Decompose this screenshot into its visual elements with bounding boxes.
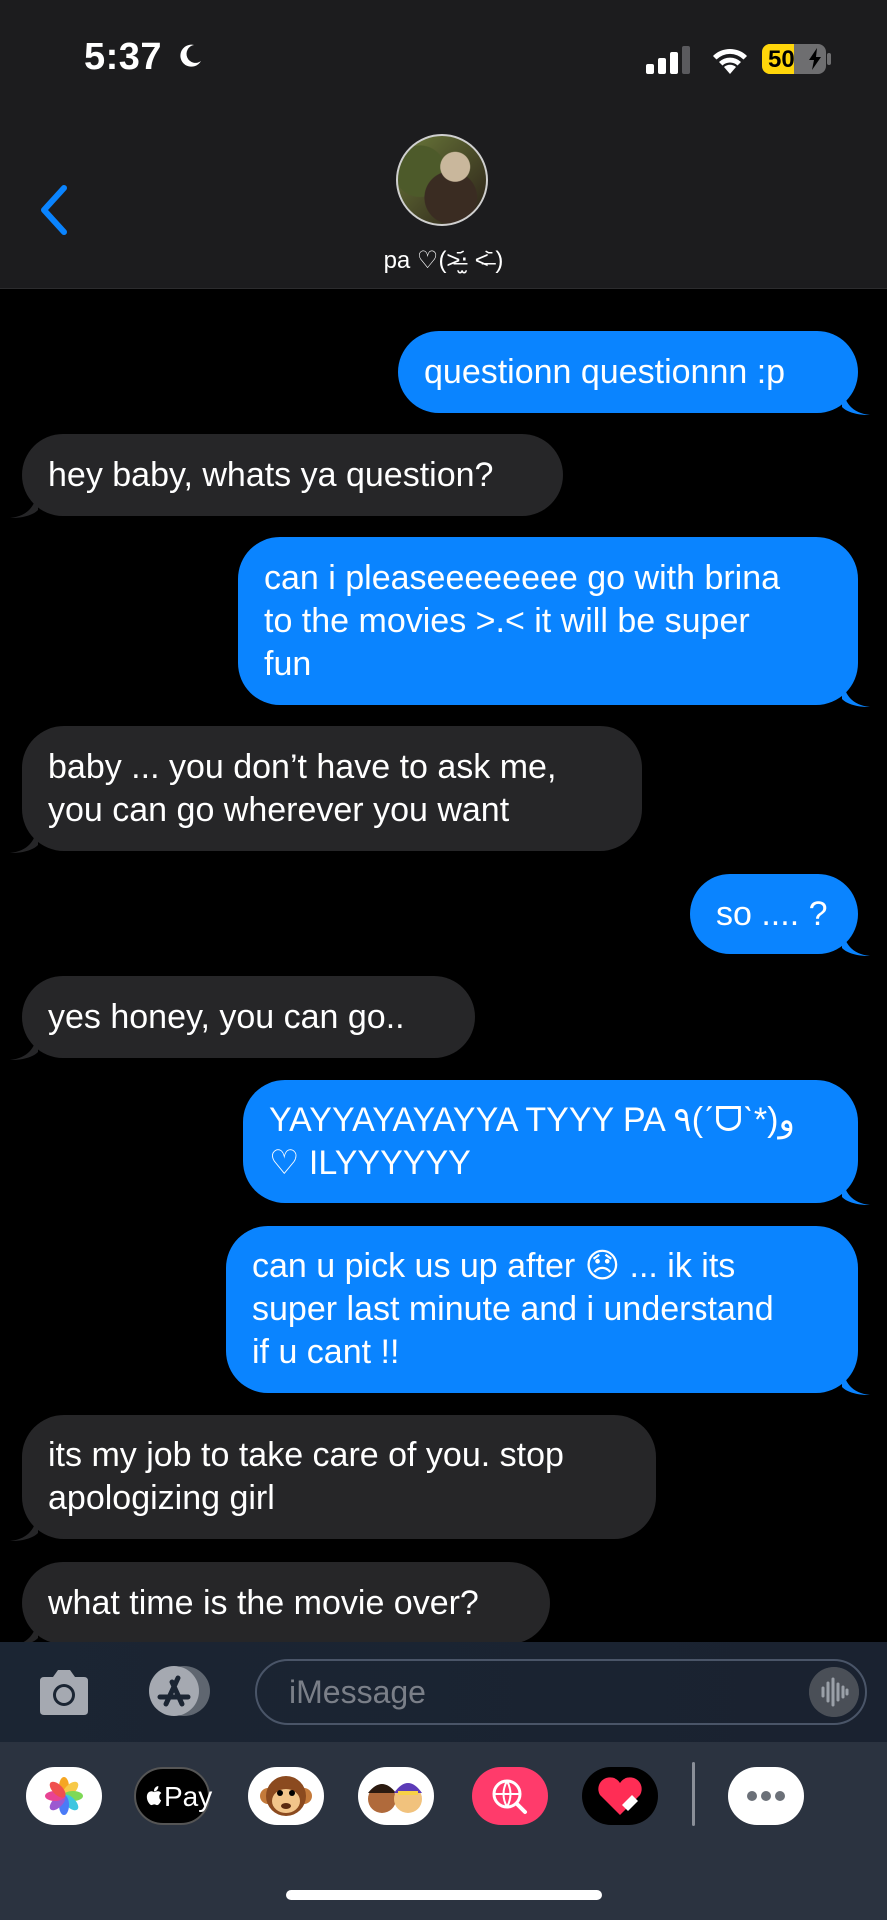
digital-touch-button[interactable] [582,1767,658,1825]
wifi-icon [713,48,747,74]
message-text: can i pleaseeeeeeee go with brina to the… [264,558,781,683]
message-text: what time is the movie over? [48,1583,479,1622]
more-apps-button[interactable] [728,1767,804,1825]
bubble-tail [842,1175,870,1205]
camera-icon[interactable] [36,1667,92,1717]
message-bubble-outgoing[interactable]: can u pick us up after 😞 ... ik its supe… [226,1226,870,1395]
battery-tip [827,53,831,65]
battery-charging-icon: 50 [762,44,826,74]
status-time: 5:37 [84,36,163,78]
bubble-tail [10,1030,38,1060]
globe-search-icon [492,1779,527,1814]
message-text: hey baby, whats ya question? [48,455,494,494]
message-bubble-outgoing[interactable]: so .... ? [690,874,870,956]
message-bubble-outgoing[interactable]: can i pleaseeeeeeee go with brina to the… [238,537,870,707]
bubble-tail [842,926,870,956]
message-bubble-incoming[interactable]: hey baby, whats ya question? [10,434,563,518]
message-bubble-outgoing[interactable]: questionn questionnn :p [398,331,870,415]
message-text: questionn questionnn :p [424,352,786,391]
bubble-tail [10,823,38,853]
apple-pay-label: Pay [164,1781,213,1812]
contact-avatar[interactable] [396,134,488,226]
cellular-signal-icon [646,46,690,74]
message-text: can u pick us up after 😞 ... ik its supe… [252,1247,774,1371]
message-bubble-incoming[interactable]: baby ... you don’t have to ask me, you c… [10,726,642,853]
animoji-button[interactable] [248,1767,324,1825]
message-input[interactable] [257,1661,865,1723]
message-bubble-incoming[interactable]: its my job to take care of you. stop apo… [10,1415,656,1541]
conversation-header: pa ♡(˃̶᷄‧̫ ˂̶᷅ ) [0,110,887,289]
apple-logo-icon [146,1786,162,1806]
message-bubble-outgoing[interactable]: YAYYAYAYAYYA TYYY PA ٩(ˊᗜˋ*)و ♡ ILYYYYYY [243,1080,870,1205]
photos-icon [45,1777,83,1815]
bubble-tail [842,677,870,707]
photos-app-button[interactable] [26,1767,102,1825]
more-dots-icon [747,1791,785,1801]
message-bubble-incoming[interactable]: what time is the movie over? [10,1562,550,1646]
chevron-left-icon[interactable] [34,182,74,238]
monkey-emoji-icon [260,1776,312,1816]
bubble-tail [842,1365,870,1395]
message-text: its my job to take care of you. stop apo… [48,1436,564,1517]
contact-name[interactable]: pa ♡(˃̶᷄‧̫ ˂̶᷅ ) [0,246,887,275]
web-images-button[interactable] [472,1767,548,1825]
message-text: baby ... you don’t have to ask me, you c… [48,747,557,829]
bubble-tail [10,488,38,518]
home-indicator[interactable] [286,1890,602,1900]
bubble-tail [10,1511,38,1541]
app-store-icon[interactable] [144,1664,212,1718]
battery-percent: 50 [768,46,795,73]
message-text: YAYYAYAYAYYA TYYY PA ٩(ˊᗜˋ*)و ♡ ILYYYYYY [269,1100,795,1182]
message-field[interactable] [255,1659,867,1725]
apple-pay-button[interactable]: Pay [134,1767,213,1825]
composer-bar [0,1642,887,1742]
moon-icon [180,44,201,67]
heart-icon [598,1777,642,1815]
bubble-tail [842,385,870,415]
message-text: so .... ? [716,894,828,933]
tray-divider [692,1762,695,1826]
memoji-icon [368,1783,422,1813]
bolt-icon [809,48,821,70]
message-bubble-incoming[interactable]: yes honey, you can go.. [10,976,475,1060]
audio-waveform-icon[interactable] [809,1667,859,1717]
status-bar: 5:37 50 [0,0,887,110]
message-text: yes honey, you can go.. [48,997,405,1036]
memoji-stickers-button[interactable] [358,1767,434,1825]
